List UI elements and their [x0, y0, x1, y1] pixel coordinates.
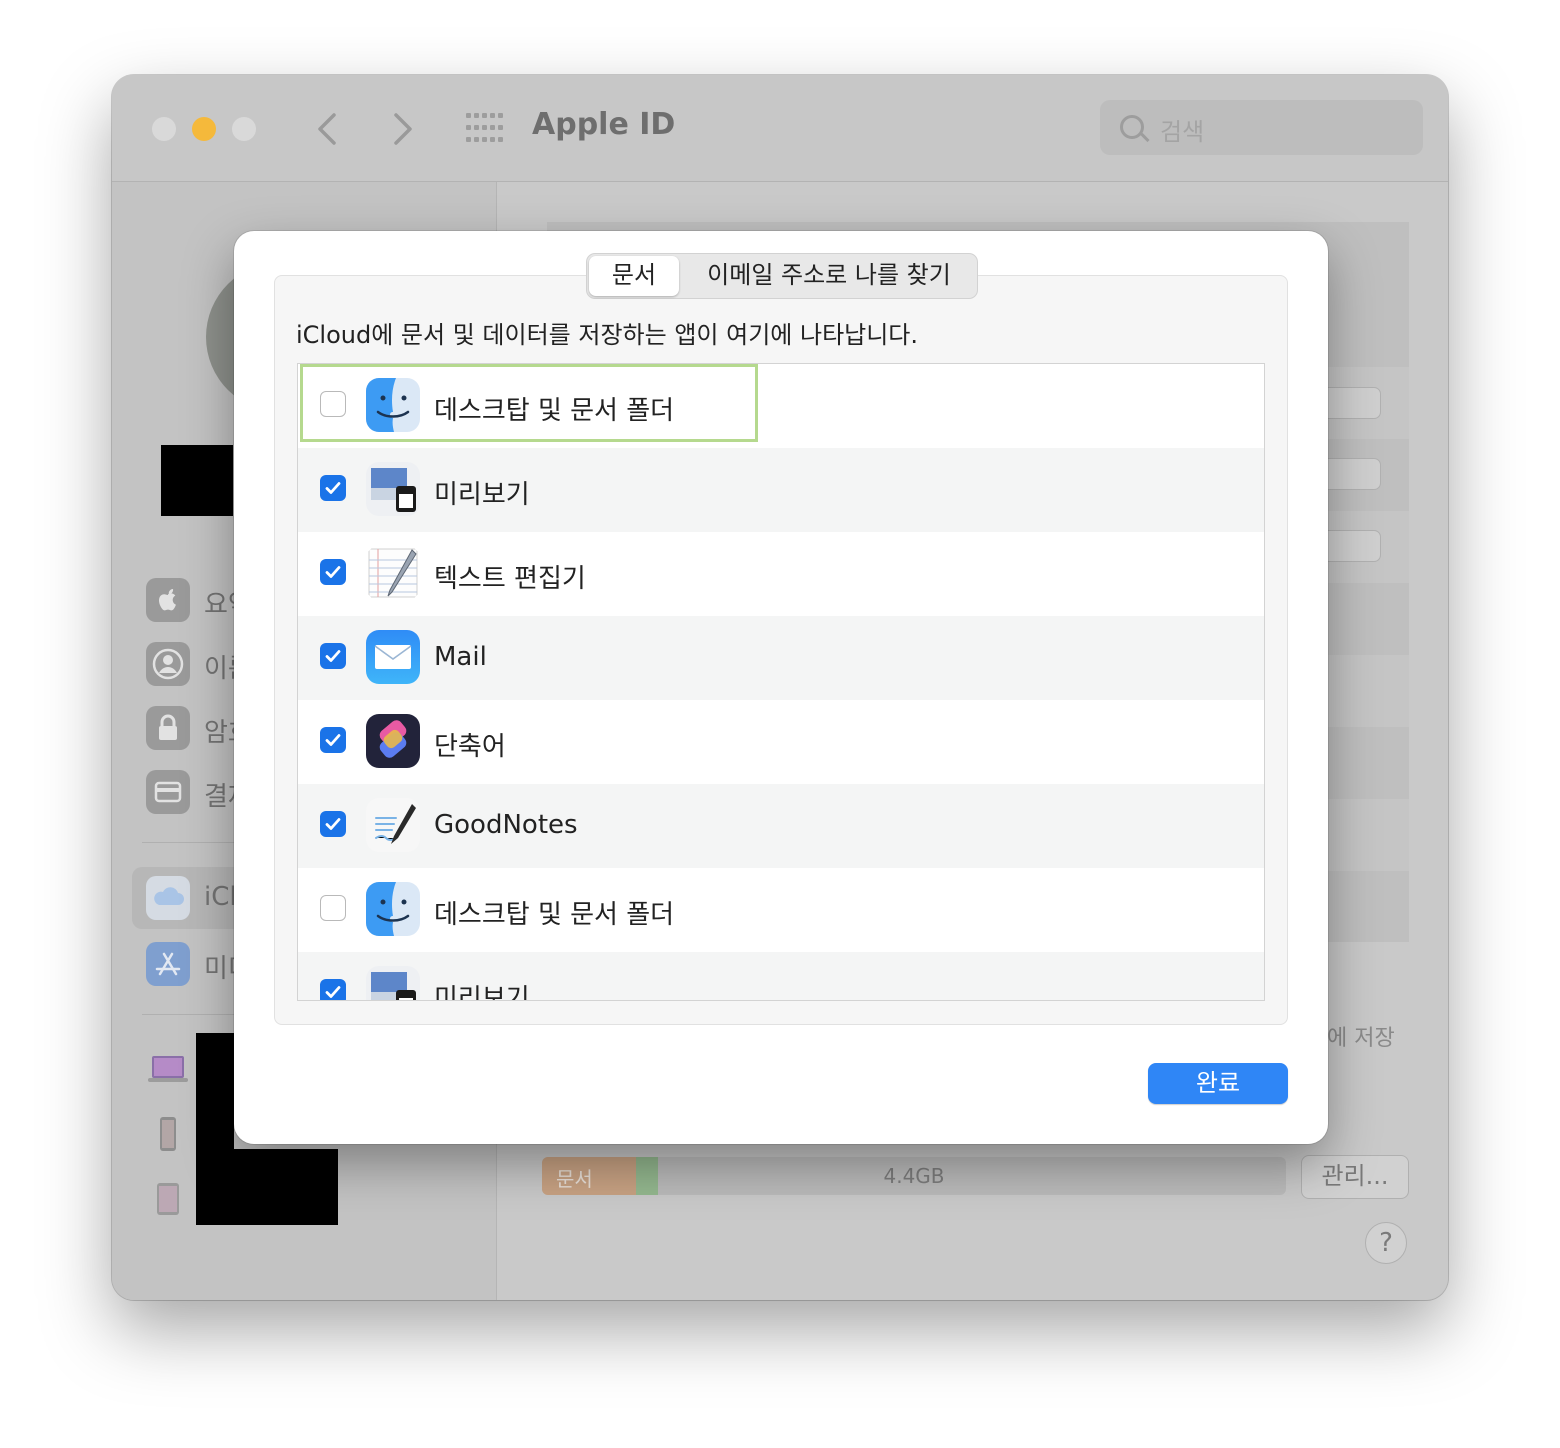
checkmark-icon — [325, 482, 341, 494]
person-icon — [146, 642, 190, 686]
redacted-device-names — [196, 1149, 338, 1225]
help-button[interactable]: ? — [1365, 1222, 1407, 1264]
search-field[interactable]: 검색 — [1100, 100, 1423, 155]
card-icon — [146, 770, 190, 814]
description-text: iCloud에 문서 및 데이터를 저장하는 앱이 여기에 나타납니다. — [296, 321, 919, 349]
apple-icon — [146, 578, 190, 622]
list-item[interactable]: GoodNotes — [298, 784, 1264, 868]
app-name: Mail — [434, 642, 487, 672]
done-button[interactable]: 완료 — [1148, 1063, 1288, 1104]
tab-documents[interactable]: 문서 — [589, 256, 679, 296]
app-checkbox[interactable] — [320, 475, 346, 501]
macbook-icon[interactable] — [146, 1052, 190, 1086]
goodnotes-icon — [366, 798, 420, 852]
chevron-right-icon — [394, 113, 412, 145]
close-window-button[interactable] — [152, 117, 176, 141]
checkmark-icon — [325, 566, 341, 578]
app-checkbox[interactable] — [320, 559, 346, 585]
app-checkbox[interactable] — [320, 643, 346, 669]
app-checkbox[interactable] — [320, 979, 346, 1000]
optimize-storage-text: 에 저장 — [1327, 1026, 1395, 1051]
list-item[interactable]: 텍스트 편집기 — [298, 532, 1264, 616]
app-checkbox[interactable] — [320, 811, 346, 837]
iphone-icon[interactable] — [158, 1116, 178, 1152]
textedit-icon — [366, 546, 420, 600]
list-item[interactable]: 미리보기 — [298, 448, 1264, 532]
preview-icon — [366, 966, 420, 1000]
forward-button[interactable] — [378, 105, 426, 153]
ipad-icon[interactable] — [156, 1182, 180, 1216]
cloud-icon — [146, 876, 190, 920]
storage-bar: 문서 4.4GB — [542, 1157, 1286, 1195]
list-item[interactable]: 데스크탑 및 문서 폴더 — [298, 364, 1264, 448]
app-checkbox[interactable] — [320, 895, 346, 921]
finder-icon — [366, 882, 420, 936]
app-name: 미리보기 — [434, 480, 530, 510]
focus-ring — [300, 364, 758, 442]
mail-icon — [366, 630, 420, 684]
title-bar: Apple ID 검색 — [112, 75, 1448, 182]
preview-icon — [366, 462, 420, 516]
redacted-name — [161, 445, 233, 516]
checkmark-icon — [325, 650, 341, 662]
zoom-window-button[interactable] — [232, 117, 256, 141]
checkmark-icon — [325, 818, 341, 830]
app-list[interactable]: 데스크탑 및 문서 폴더 미리보기 텍스트 편집기 Mail 단축어 GoodN… — [297, 363, 1265, 1001]
checkmark-icon — [325, 734, 341, 746]
segmented-tabs: 문서 이메일 주소로 나를 찾기 — [586, 253, 978, 299]
app-name: GoodNotes — [434, 810, 578, 840]
search-placeholder: 검색 — [1160, 118, 1205, 146]
lock-icon — [146, 706, 190, 750]
window-title: Apple ID — [532, 107, 676, 142]
app-name: 단축어 — [434, 732, 506, 762]
storage-total: 4.4GB — [883, 1164, 945, 1188]
shortcuts-icon — [366, 714, 420, 768]
list-item[interactable]: 데스크탑 및 문서 폴더 — [298, 868, 1264, 952]
app-name: 데스크탑 및 문서 폴더 — [434, 900, 675, 930]
app-checkbox[interactable] — [320, 727, 346, 753]
search-icon — [1120, 115, 1144, 139]
manage-button[interactable]: 관리... — [1301, 1155, 1409, 1199]
list-item[interactable]: 단축어 — [298, 700, 1264, 784]
list-item[interactable]: Mail — [298, 616, 1264, 700]
minimize-window-button[interactable] — [192, 117, 216, 141]
icloud-drive-options-sheet: 문서 이메일 주소로 나를 찾기 iCloud에 문서 및 데이터를 저장하는 … — [234, 231, 1328, 1144]
app-name: 미리보기 — [434, 984, 530, 1001]
list-item[interactable]: 미리보기 — [298, 952, 1264, 1001]
show-all-grid-icon[interactable] — [466, 113, 503, 143]
back-button[interactable] — [304, 105, 352, 153]
chevron-left-icon — [318, 113, 336, 145]
app-store-icon — [146, 942, 190, 986]
tab-find-by-email[interactable]: 이메일 주소로 나를 찾기 — [683, 254, 975, 298]
checkmark-icon — [325, 986, 341, 998]
app-name: 텍스트 편집기 — [434, 564, 586, 594]
